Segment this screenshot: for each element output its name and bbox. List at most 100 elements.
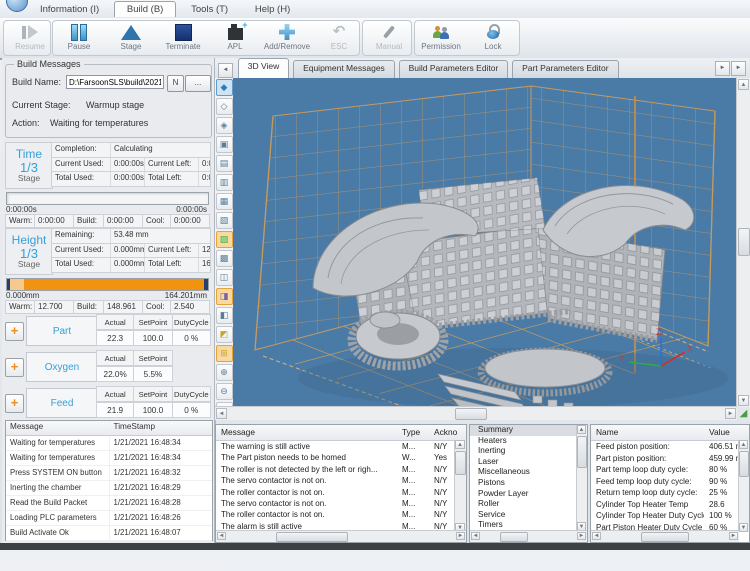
alert-row[interactable]: The servo contactor is not on.M...N/Y xyxy=(216,475,466,486)
tab-equipment-messages[interactable]: Equipment Messages xyxy=(293,60,395,78)
alert-row[interactable]: The warning is still activeM...N/Y xyxy=(216,441,466,452)
manual-button[interactable]: Manual xyxy=(363,21,415,55)
feed-expand-button[interactable]: + xyxy=(5,394,24,413)
terminate-icon xyxy=(175,23,192,41)
log-row[interactable]: Loading PLC parameters1/21/2021 16:48:26 xyxy=(6,511,212,526)
alerts-hscrollbar[interactable]: ◄ ► xyxy=(216,530,466,542)
view-left-icon[interactable]: ▤ xyxy=(216,155,233,172)
group-item-summary[interactable]: Summary xyxy=(470,425,587,436)
terminate-button[interactable]: Terminate xyxy=(157,21,209,55)
menu-help[interactable]: Help (H) xyxy=(243,2,302,17)
show-chamber-icon[interactable]: ◨ xyxy=(216,288,233,305)
svg-text:Y: Y xyxy=(619,353,625,363)
permission-button[interactable]: Permission xyxy=(415,21,467,55)
tab-part-parameters-editor[interactable]: Part Parameters Editor xyxy=(512,60,618,78)
shaded-view-icon[interactable]: ▨ xyxy=(216,231,233,248)
groups-vscrollbar[interactable]: ▲ ▼ xyxy=(576,425,587,531)
resume-button[interactable]: Resume xyxy=(4,21,56,55)
menu-information[interactable]: Information (I) xyxy=(28,2,111,17)
param-row[interactable]: Cylinder Top Heater Duty Cycle100 % xyxy=(591,510,749,522)
params-hscrollbar[interactable]: ◄ ► xyxy=(591,530,739,542)
zoom-out-icon[interactable]: ⊖ xyxy=(216,383,233,400)
params-vscrollbar[interactable]: ▲ ▼ xyxy=(738,440,749,532)
tab-scroll-left-button[interactable]: ◄ xyxy=(218,63,233,78)
group-item-roller[interactable]: Roller xyxy=(470,499,587,510)
zoom-in-icon[interactable]: ⊕ xyxy=(216,364,233,381)
resize-grip-icon[interactable]: ◢ xyxy=(737,407,750,420)
view-top-icon[interactable]: ◇ xyxy=(216,98,233,115)
stage-button[interactable]: Stage xyxy=(105,21,157,55)
log-row[interactable]: Waiting for temperatures1/21/2021 16:48:… xyxy=(6,451,212,466)
equipment-alerts-panel: Message Type Ackno The warning is still … xyxy=(215,424,467,543)
build-name-n-button[interactable]: N xyxy=(167,75,184,92)
tab-scroll-end-button[interactable]: ► xyxy=(731,61,746,76)
view-right-icon[interactable]: ▥ xyxy=(216,174,233,191)
alerts-vscrollbar[interactable]: ▲ ▼ xyxy=(454,440,466,532)
esc-icon: ↶ xyxy=(333,23,346,41)
menu-build[interactable]: Build (B) xyxy=(114,1,176,17)
param-row[interactable]: Cylinder Top Heater Temp28.6 xyxy=(591,499,749,511)
log-row[interactable]: Inerting the chamber1/21/2021 16:48:29 xyxy=(6,481,212,496)
view-back-icon[interactable]: ▣ xyxy=(216,136,233,153)
alert-row[interactable]: The roller contactor is not on.M...N/Y xyxy=(216,487,466,498)
tab-build-parameters-editor[interactable]: Build Parameters Editor xyxy=(399,60,509,78)
build-chamber-3d-scene[interactable]: Z X Y xyxy=(233,78,737,407)
fill-icon[interactable]: ⊞ xyxy=(216,345,233,362)
group-item-laser[interactable]: Laser xyxy=(470,457,587,468)
tab-3d-view[interactable]: 3D View xyxy=(238,58,290,78)
viewport-vscrollbar[interactable]: ▲ ▼ xyxy=(736,78,750,407)
alert-row[interactable]: The servo contactor is not on.M...N/Y xyxy=(216,498,466,509)
alerts-header[interactable]: Message Type Ackno xyxy=(216,425,466,441)
param-row[interactable]: Feed temp loop duty cycle:90 % xyxy=(591,476,749,488)
time-block: Time 1/3 Stage Completion:Calculating Cu… xyxy=(2,142,214,224)
param-row[interactable]: Feed piston position:406.51 mm xyxy=(591,441,749,453)
group-item-heaters[interactable]: Heaters xyxy=(470,436,587,447)
group-item-miscellaneous[interactable]: Miscellaneous xyxy=(470,467,587,478)
wireframe-icon[interactable]: ▧ xyxy=(216,212,233,229)
build-messages-title: Build Messages xyxy=(14,59,84,69)
log-row[interactable]: Build Activate Ok1/21/2021 16:48:07 xyxy=(6,526,212,541)
apl-button[interactable]: APL xyxy=(209,21,261,55)
lock-button[interactable]: Lock xyxy=(467,21,519,55)
height-progress-bar xyxy=(6,278,209,291)
alert-row[interactable]: The roller contactor is not on.M...N/Y xyxy=(216,509,466,520)
view-bottom-icon[interactable]: ▦ xyxy=(216,193,233,210)
tab-scroll-right-button[interactable]: ► xyxy=(715,61,730,76)
action-value: Waiting for temperatures xyxy=(50,118,148,128)
part-expand-button[interactable]: + xyxy=(5,322,24,341)
show-parts-icon[interactable]: ◫ xyxy=(216,269,233,286)
add-remove-button[interactable]: Add/Remove xyxy=(261,21,313,55)
param-row[interactable]: Part temp loop duty cycle:80 % xyxy=(591,464,749,476)
build-name-browse-button[interactable]: ... xyxy=(185,75,211,92)
log-row[interactable]: Press SYSTEM ON button1/21/2021 16:48:32 xyxy=(6,466,212,481)
params-header[interactable]: Name Value xyxy=(591,425,749,441)
param-row[interactable]: Return temp loop duty cycle:25 % xyxy=(591,487,749,499)
bounding-box-icon[interactable]: ◧ xyxy=(216,307,233,324)
oxygen-gauge: + Oxygen ActualSetPoint 22.0%5.5% xyxy=(2,350,214,383)
lock-icon xyxy=(487,23,500,41)
group-item-inerting[interactable]: Inerting xyxy=(470,446,587,457)
viewport-hscrollbar[interactable]: ◄ ► xyxy=(215,406,737,420)
oxygen-expand-button[interactable]: + xyxy=(5,358,24,377)
groups-hscrollbar[interactable]: ◄ ► xyxy=(470,530,587,542)
highlight-icon[interactable]: ◩ xyxy=(216,326,233,343)
alert-row[interactable]: The Part piston needs to be homedW...Yes xyxy=(216,452,466,463)
pause-button[interactable]: Pause xyxy=(53,21,105,55)
esc-button[interactable]: ↶ ESC xyxy=(313,21,365,55)
group-item-service[interactable]: Service xyxy=(470,510,587,521)
log-row[interactable]: Waiting for temperatures1/21/2021 16:48:… xyxy=(6,436,212,451)
param-row[interactable]: Part piston position:459.99 mm xyxy=(591,453,749,465)
log-row[interactable]: Read the Build Packet1/21/2021 16:48:28 xyxy=(6,496,212,511)
build-name-input[interactable] xyxy=(66,75,164,89)
oxygen-gauge-label: Oxygen xyxy=(26,352,98,382)
menu-tools[interactable]: Tools (T) xyxy=(179,2,240,17)
layers-icon[interactable]: ▩ xyxy=(216,250,233,267)
group-item-pistons[interactable]: Pistons xyxy=(470,478,587,489)
alert-row[interactable]: The roller is not detected by the left o… xyxy=(216,464,466,475)
group-item-powder-layer[interactable]: Powder Layer xyxy=(470,489,587,500)
view-front-icon[interactable]: ◈ xyxy=(216,117,233,134)
build-log-header[interactable]: Message TimeStamp xyxy=(6,421,212,436)
view-iso-icon[interactable]: ◆ xyxy=(216,79,233,96)
window-bottom-edge xyxy=(0,543,750,550)
app-orb-icon[interactable] xyxy=(6,0,28,12)
